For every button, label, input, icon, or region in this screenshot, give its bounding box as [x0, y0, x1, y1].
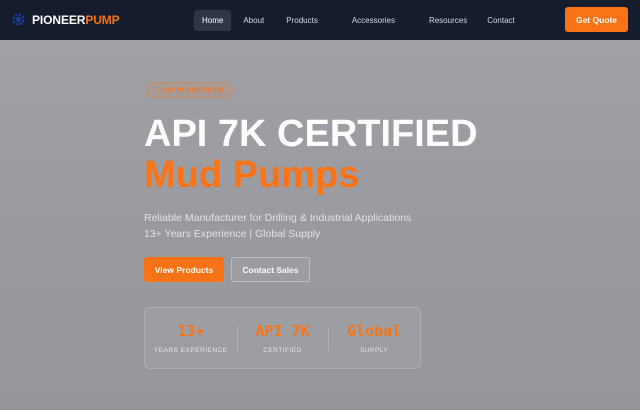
nav-accessories[interactable]: Accessories — [344, 10, 403, 31]
hero-subtitle-line2: 13+ Years Experience | Global Supply — [144, 228, 321, 240]
top-navbar: PIONEERPUMP Home About Products Accessor… — [0, 0, 640, 40]
stat-supply: Global SUPPLY — [328, 308, 420, 368]
view-products-button[interactable]: View Products — [144, 257, 224, 282]
brand-name: PIONEERPUMP — [32, 12, 120, 27]
stat-label: SUPPLY — [360, 347, 389, 354]
nav-contact[interactable]: Contact — [479, 10, 523, 31]
badge-text: API 7K CERTIFIED — [162, 86, 224, 94]
hero-title-line2: Mud Pumps — [144, 154, 360, 196]
stat-certified: API 7K CERTIFIED — [236, 308, 329, 368]
hero-subtitle: Reliable Manufacturer for Drilling & Ind… — [144, 210, 411, 242]
nav-products[interactable]: Products — [278, 10, 326, 31]
hero-title-line1: API 7K CERTIFIED — [144, 113, 478, 155]
nav-resources[interactable]: Resources — [421, 10, 475, 31]
hero-subtitle-line1: Reliable Manufacturer for Drilling & Ind… — [144, 212, 412, 224]
get-quote-button[interactable]: Get Quote — [565, 7, 628, 32]
nav-menu: Home About Products Accessories Resource… — [194, 10, 523, 31]
brand-logo[interactable]: PIONEERPUMP — [11, 12, 120, 27]
contact-sales-button[interactable]: Contact Sales — [231, 257, 310, 282]
stat-label: CERTIFIED — [263, 347, 302, 354]
stat-value: API 7K — [255, 322, 310, 340]
stat-value: Global — [347, 322, 402, 340]
check-icon: ✓ — [154, 87, 160, 94]
certification-badge: ✓ API 7K CERTIFIED — [145, 82, 233, 98]
stat-label: YEARS EXPERIENCE — [153, 347, 228, 354]
stat-value: 13+ — [177, 322, 205, 340]
nav-home[interactable]: Home — [194, 10, 232, 31]
stats-panel: 13+ YEARS EXPERIENCE API 7K CERTIFIED Gl… — [144, 307, 421, 369]
stat-experience: 13+ YEARS EXPERIENCE — [145, 308, 237, 368]
nav-about[interactable]: About — [235, 10, 272, 31]
gear-icon — [12, 13, 25, 26]
